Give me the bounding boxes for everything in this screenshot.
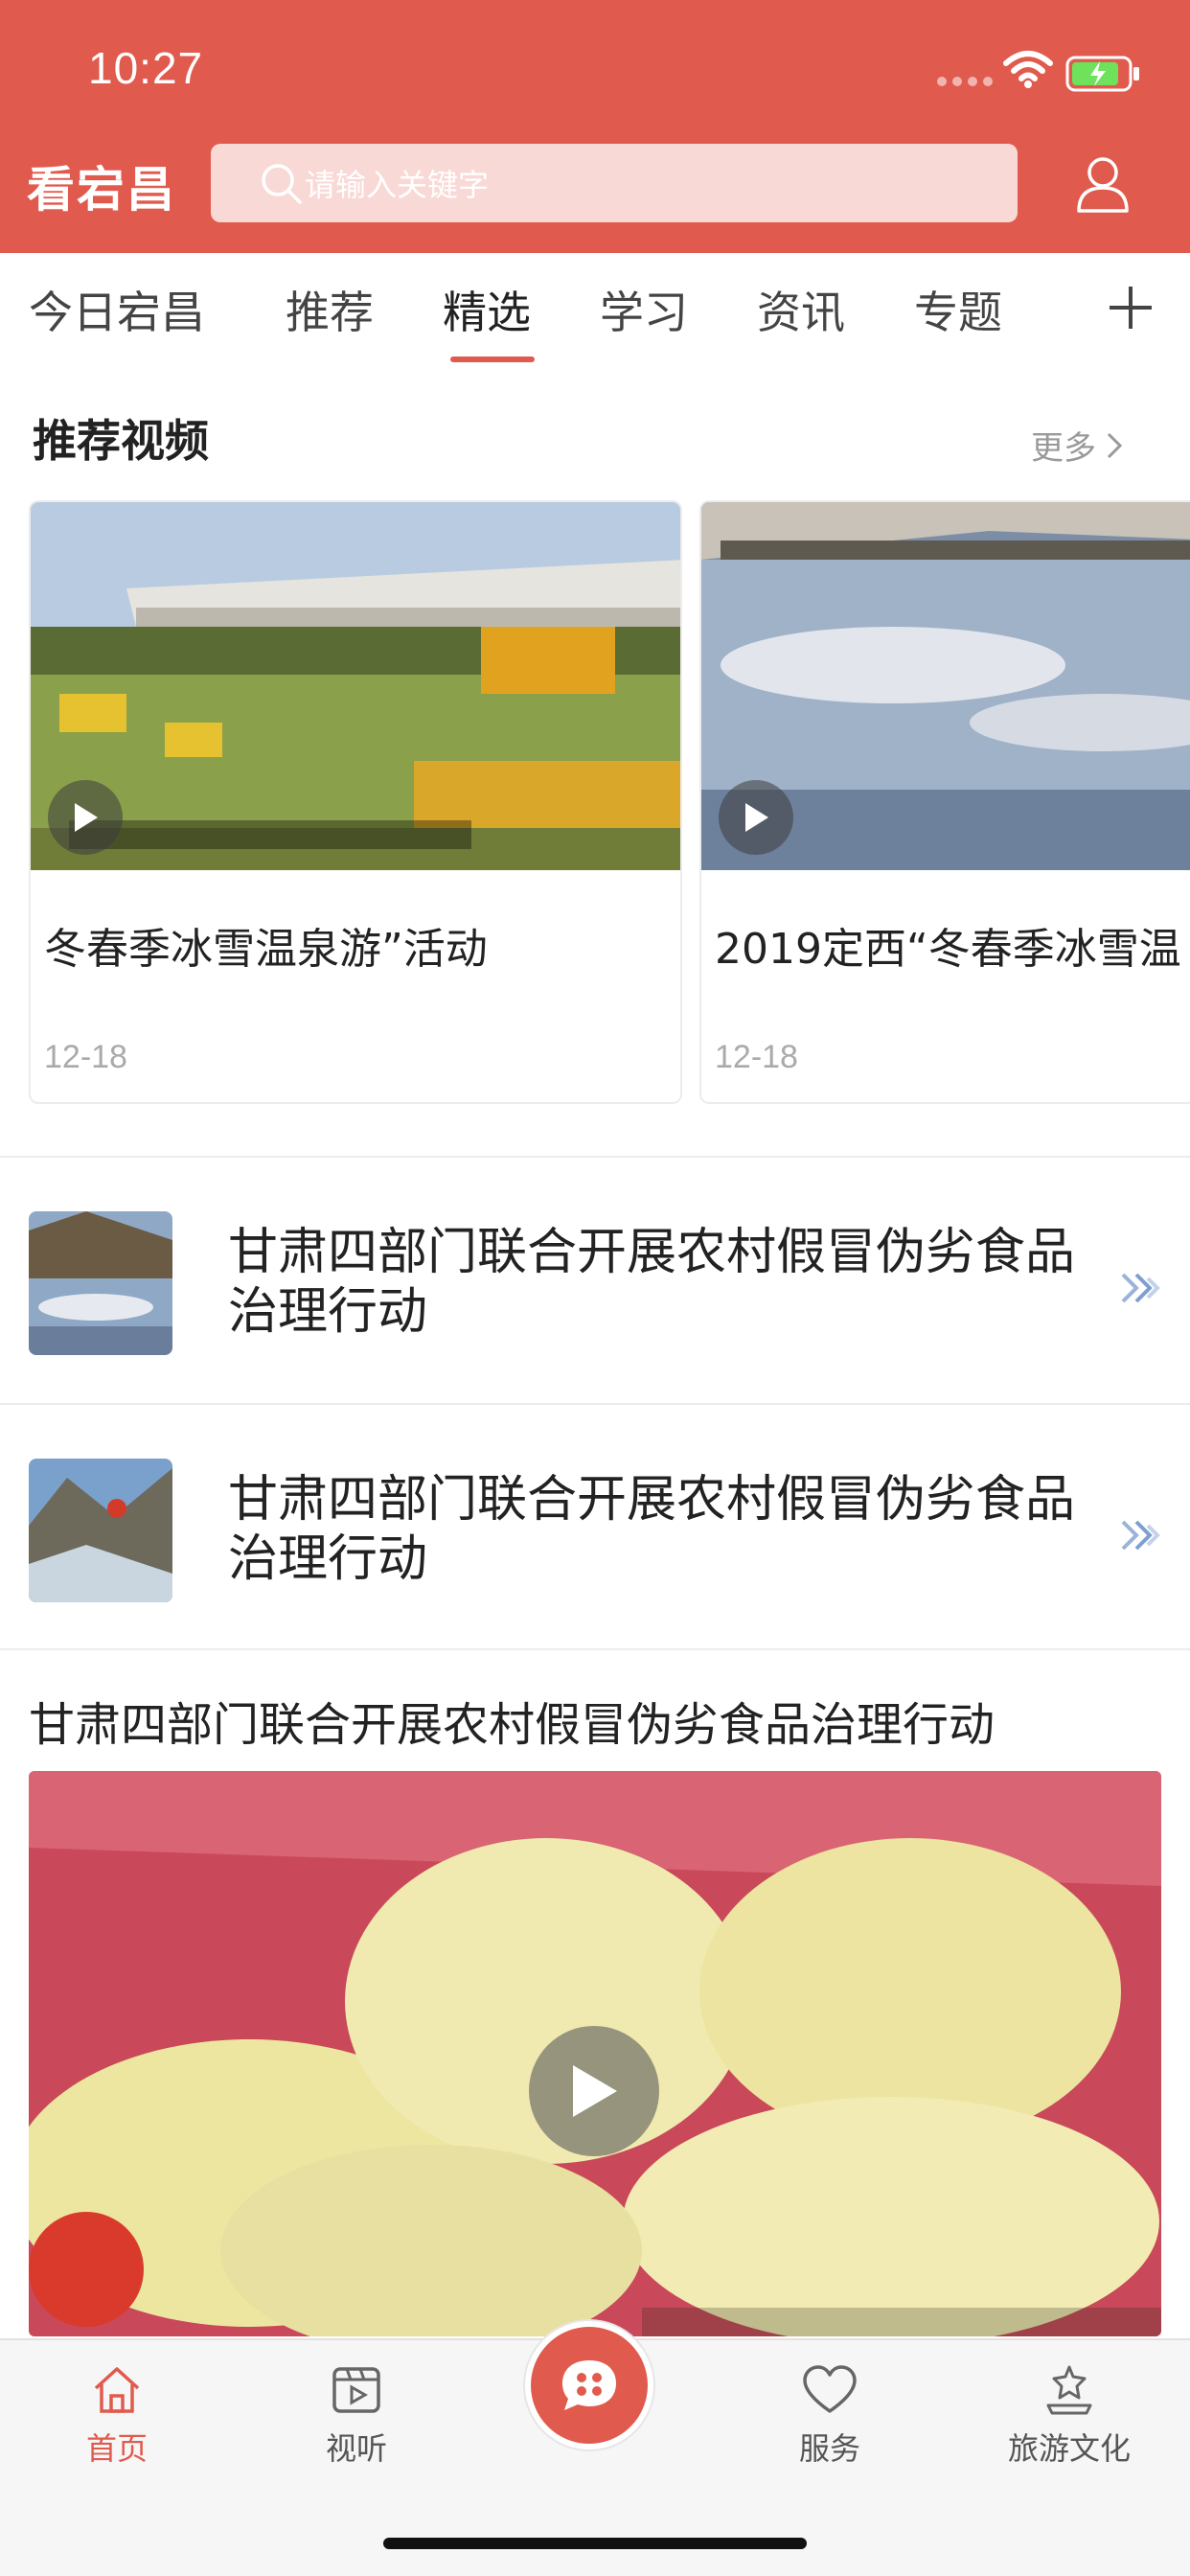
play-icon xyxy=(75,803,98,832)
video-title: 冬春季冰雪温泉游”活动 xyxy=(44,925,488,974)
double-chevron-icon xyxy=(1121,1273,1160,1303)
wifi-icon xyxy=(1003,51,1053,88)
app-logo[interactable]: 看宕昌 xyxy=(27,151,176,220)
pagoda-icon xyxy=(1046,2365,1092,2415)
list-item[interactable]: 甘肃四部门联合开展农村假冒伪劣食品治理行动 xyxy=(0,1158,1190,1403)
battery-icon xyxy=(1065,56,1139,92)
nav-video[interactable]: 视听 xyxy=(270,2363,443,2469)
more-link[interactable]: 更多 xyxy=(1031,422,1123,469)
nav-label: 服务 xyxy=(798,2430,860,2467)
tab-study[interactable]: 学习 xyxy=(600,278,688,341)
video-date: 12-18 xyxy=(44,1039,127,1075)
video-thumbnail xyxy=(31,502,680,870)
play-icon xyxy=(745,803,768,832)
nav-services[interactable]: 服务 xyxy=(744,2363,916,2469)
tab-today[interactable]: 今日宕昌 xyxy=(29,278,205,341)
app-header: 10:27 看宕昌 请输入关键字 xyxy=(0,0,1190,253)
news-title: 甘肃四部门联合开展农村假冒伪劣食品治理行动 xyxy=(228,1471,1076,1588)
active-tab-indicator xyxy=(450,356,535,362)
play-icon xyxy=(573,2065,617,2117)
tab-topics[interactable]: 专题 xyxy=(914,278,1002,341)
heart-icon xyxy=(803,2365,857,2413)
double-chevron-icon xyxy=(1121,1520,1160,1551)
list-divider xyxy=(0,1648,1190,1650)
tab-news[interactable]: 资讯 xyxy=(757,278,845,341)
play-button[interactable] xyxy=(48,780,123,855)
chevron-right-icon xyxy=(1107,432,1123,458)
more-label: 更多 xyxy=(1031,429,1096,468)
video-icon xyxy=(332,2367,380,2413)
video-thumbnail xyxy=(701,502,1190,870)
featured-title: 甘肃四部门联合开展农村假冒伪劣食品治理行动 xyxy=(29,1698,995,1752)
tab-recommend[interactable]: 推荐 xyxy=(286,278,374,341)
category-tabs: 今日宕昌 推荐 精选 学习 资讯 专题 xyxy=(0,253,1190,368)
status-time: 10:27 xyxy=(88,43,204,93)
nav-label: 视听 xyxy=(325,2430,387,2467)
home-icon xyxy=(94,2367,140,2413)
news-title: 甘肃四部门联合开展农村假冒伪劣食品治理行动 xyxy=(228,1224,1076,1341)
vegetable-field-image xyxy=(31,502,680,870)
add-tab-icon[interactable] xyxy=(1107,284,1155,332)
cellular-signal-icon xyxy=(937,77,993,86)
tab-featured[interactable]: 精选 xyxy=(443,278,531,341)
search-input[interactable]: 请输入关键字 xyxy=(305,161,489,205)
video-date: 12-18 xyxy=(715,1039,798,1075)
nav-home[interactable]: 首页 xyxy=(31,2363,203,2469)
video-card[interactable]: 冬春季冰雪温泉游”活动 12-18 xyxy=(29,500,682,1104)
video-title: 2019定西“冬春季冰雪温 xyxy=(715,925,1181,974)
play-button[interactable] xyxy=(529,2026,659,2156)
news-thumbnail xyxy=(29,1211,172,1355)
section-title: 推荐视频 xyxy=(33,415,209,467)
search-bar[interactable]: 请输入关键字 xyxy=(211,144,1018,222)
home-indicator[interactable] xyxy=(383,2538,807,2549)
list-item[interactable]: 甘肃四部门联合开展农村假冒伪劣食品治理行动 xyxy=(0,1405,1190,1650)
play-button[interactable] xyxy=(719,780,793,855)
search-icon xyxy=(262,164,302,204)
nav-tourism[interactable]: 旅游文化 xyxy=(983,2363,1156,2469)
nav-label: 首页 xyxy=(85,2430,148,2467)
news-thumbnail xyxy=(29,1459,172,1602)
nav-label: 旅游文化 xyxy=(1007,2430,1131,2467)
center-action-button[interactable] xyxy=(525,2321,653,2450)
chat-icon xyxy=(562,2360,616,2410)
video-card[interactable]: 2019定西“冬春季冰雪温 12-18 xyxy=(699,500,1190,1104)
user-icon[interactable] xyxy=(1075,155,1131,213)
featured-video[interactable] xyxy=(29,1771,1161,2336)
